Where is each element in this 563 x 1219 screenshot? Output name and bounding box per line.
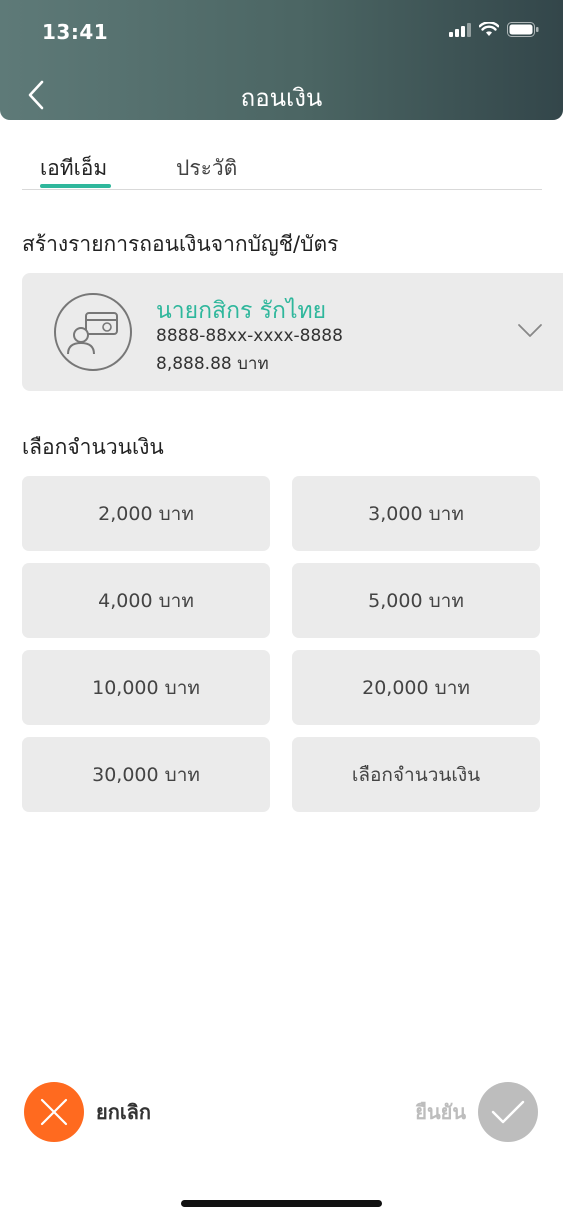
tab-atm[interactable]: เอทีเอ็ม bbox=[40, 152, 107, 185]
account-name: นายกสิกร รักไทย bbox=[156, 298, 327, 324]
wifi-icon bbox=[479, 22, 499, 36]
amount-section-title: เลือกจำนวนเงิน bbox=[22, 435, 164, 459]
amount-option-20000[interactable]: 20,000 บาท bbox=[292, 650, 540, 725]
battery-icon bbox=[507, 22, 539, 37]
active-tab-indicator bbox=[40, 184, 111, 188]
page-title: ถอนเงิน bbox=[240, 84, 323, 112]
cancel-label[interactable]: ยกเลิก bbox=[96, 1096, 151, 1128]
amount-option-5000[interactable]: 5,000 บาท bbox=[292, 563, 540, 638]
close-icon bbox=[40, 1098, 68, 1126]
amount-option-custom[interactable]: เลือกจำนวนเงิน bbox=[292, 737, 540, 812]
cancel-circle[interactable] bbox=[24, 1082, 84, 1142]
chevron-down-icon bbox=[518, 324, 542, 337]
cancel-button[interactable]: ยกเลิก bbox=[24, 1082, 151, 1142]
account-section-title: สร้างรายการถอนเงินจากบัญชี/บัตร bbox=[22, 232, 339, 256]
tab-history[interactable]: ประวัติ bbox=[176, 152, 237, 185]
amount-option-2000[interactable]: 2,000 บาท bbox=[22, 476, 270, 551]
tab-bar: เอทีเอ็ม ประวัติ bbox=[22, 140, 542, 190]
confirm-circle[interactable] bbox=[478, 1082, 538, 1142]
amount-option-4000[interactable]: 4,000 บาท bbox=[22, 563, 270, 638]
status-icons bbox=[449, 22, 539, 37]
account-selector[interactable]: นายกสิกร รักไทย 8888-88xx-xxxx-8888 8,88… bbox=[22, 273, 563, 391]
checkmark-icon bbox=[491, 1100, 525, 1124]
account-card-icon bbox=[54, 293, 132, 371]
status-time: 13:41 bbox=[42, 20, 109, 44]
amount-option-30000[interactable]: 30,000 บาท bbox=[22, 737, 270, 812]
signal-icon bbox=[449, 22, 471, 37]
confirm-button[interactable]: ยืนยัน bbox=[415, 1082, 538, 1142]
confirm-label[interactable]: ยืนยัน bbox=[415, 1096, 466, 1128]
home-indicator bbox=[181, 1200, 382, 1207]
account-number: 8888-88xx-xxxx-8888 bbox=[156, 326, 343, 346]
amount-option-3000[interactable]: 3,000 บาท bbox=[292, 476, 540, 551]
amount-option-10000[interactable]: 10,000 บาท bbox=[22, 650, 270, 725]
account-balance: 8,888.88 บาท bbox=[156, 354, 269, 374]
app-header: 13:41 ถอนเงิน bbox=[0, 0, 563, 120]
